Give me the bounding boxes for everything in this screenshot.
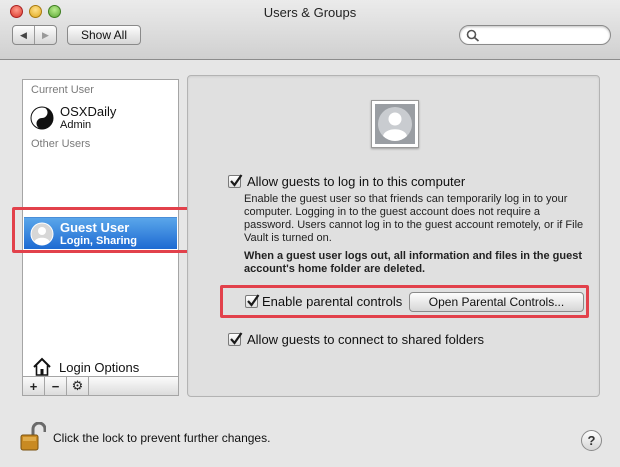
- guest-logout-warning: When a guest user logs out, all informat…: [244, 250, 582, 275]
- preferences-content: Current User OSXDaily Admin Other Users: [0, 61, 620, 467]
- open-parental-controls-button[interactable]: Open Parental Controls...: [409, 292, 584, 312]
- checkmark-icon: [247, 294, 260, 307]
- search-field[interactable]: [459, 25, 611, 45]
- login-options-label: Login Options: [59, 360, 140, 375]
- add-user-button[interactable]: +: [23, 377, 45, 395]
- guest-settings-panel: Allow guests to log in to this computer …: [187, 75, 600, 397]
- current-user-header: Current User: [31, 84, 94, 96]
- back-forward-group: ◀ ▶: [12, 25, 57, 45]
- parental-controls-checkbox[interactable]: [245, 294, 260, 308]
- user-name: Guest User: [60, 220, 130, 235]
- checkmark-icon: [230, 332, 243, 345]
- action-menu-button[interactable]: ⚙: [67, 377, 89, 395]
- user-list: Current User OSXDaily Admin Other Users: [22, 79, 179, 392]
- guest-picture[interactable]: [371, 100, 419, 148]
- shared-folders-checkbox[interactable]: [228, 332, 243, 346]
- allow-guests-label: Allow guests to log in to this computer: [247, 174, 466, 189]
- forward-button[interactable]: ▶: [34, 26, 56, 44]
- search-icon: [466, 29, 480, 42]
- unlocked-padlock-icon[interactable]: [20, 422, 46, 452]
- window-title: Users & Groups: [263, 5, 357, 20]
- back-button[interactable]: ◀: [13, 26, 34, 44]
- other-users-header: Other Users: [31, 138, 91, 150]
- help-button[interactable]: ?: [581, 430, 602, 451]
- user-item-guest[interactable]: Guest User Login, Sharing: [24, 217, 177, 249]
- show-all-button[interactable]: Show All: [67, 25, 141, 45]
- title-bar: Users & Groups ◀ ▶ Show All: [0, 0, 620, 60]
- checkmark-icon: [230, 174, 243, 187]
- user-name: OSXDaily: [60, 104, 117, 119]
- parental-controls-label: Enable parental controls: [262, 294, 403, 309]
- guest-avatar-icon: [30, 222, 54, 246]
- users-groups-window: Users & Groups ◀ ▶ Show All Current User: [0, 0, 620, 467]
- yin-yang-avatar-icon: [30, 106, 54, 130]
- allow-guests-description: Enable the guest user so that friends ca…: [244, 193, 584, 244]
- allow-guests-checkbox[interactable]: [228, 174, 243, 188]
- user-item-osxdaily[interactable]: OSXDaily Admin: [24, 102, 177, 134]
- guest-avatar-icon: [375, 104, 415, 144]
- user-role: Login, Sharing: [60, 235, 137, 247]
- search-input[interactable]: [482, 28, 602, 42]
- house-icon: [33, 357, 51, 376]
- user-role: Admin: [60, 119, 92, 131]
- shared-folders-label: Allow guests to connect to shared folder…: [247, 332, 485, 347]
- sidebar-toolbar: + − ⚙: [22, 376, 179, 396]
- lock-status-text: Click the lock to prevent further change…: [53, 431, 271, 445]
- remove-user-button[interactable]: −: [45, 377, 67, 395]
